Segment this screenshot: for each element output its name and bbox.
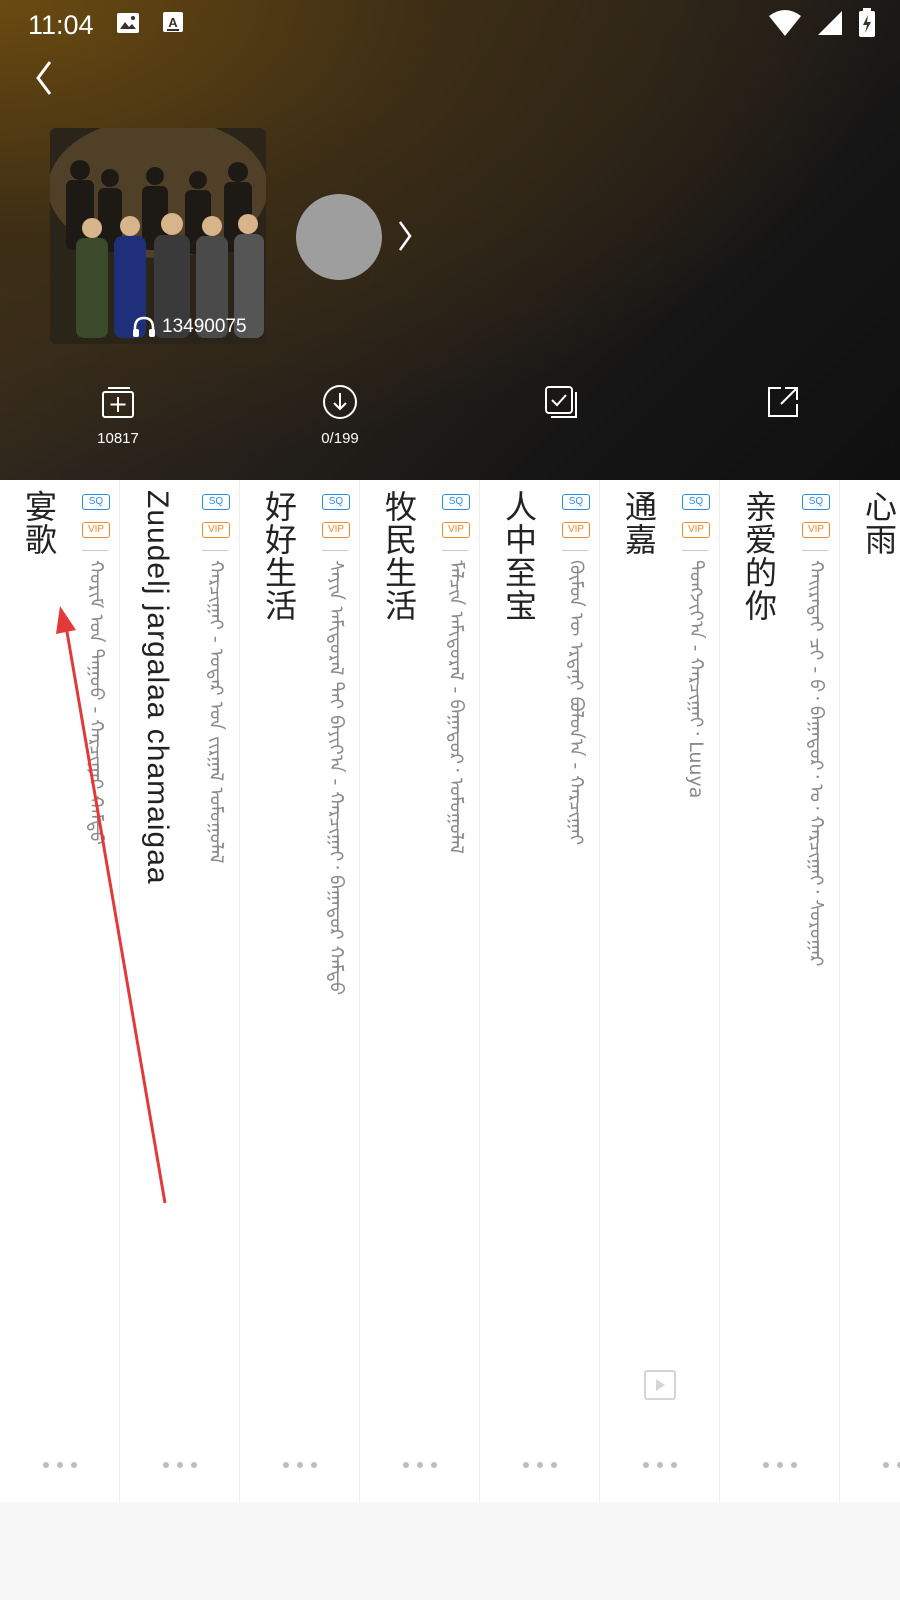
song-list: 宴歌 SQ VIP ᠬᠤᠷᠢᠮ ᠤᠨ ᠳᠠᠭᠤᠤ - ᠬᠠᠷᠴᠢᠭᠠᠢ ᠬᠠᠮᠲ… <box>0 480 900 1502</box>
divider <box>442 550 468 551</box>
bottom-area <box>0 1502 900 1600</box>
add-to-folder-icon <box>63 382 173 422</box>
multi-select-button[interactable] <box>506 382 616 422</box>
download-button[interactable]: 0/199 <box>285 382 395 447</box>
vip-badge: VIP <box>442 522 470 538</box>
song-artist: ᠬᠠᠷᠴᠢᠭᠠᠢ - ᠤᠳᠠᠷ ᠤᠨ ᠵᠢᠷᠭᠠᠯ ᠤᠮᠤᠭᠤᠯᠠᠯ <box>205 560 227 864</box>
sq-badge: SQ <box>562 494 590 510</box>
share-icon <box>728 382 838 422</box>
wifi-icon <box>768 9 802 41</box>
add-to-folder-button[interactable]: 10817 <box>63 382 173 447</box>
share-button[interactable] <box>728 382 838 422</box>
headphones-icon <box>133 316 155 337</box>
sq-badge: SQ <box>202 494 230 510</box>
divider <box>82 550 108 551</box>
sq-badge: SQ <box>682 494 710 510</box>
play-count-value: 13490075 <box>162 316 247 337</box>
vip-badge: VIP <box>82 522 110 538</box>
sq-badge: SQ <box>82 494 110 510</box>
chevron-left-icon <box>36 61 52 95</box>
song-artist: ᠮᠠᠯᠴᠢᠨ ᠠᠮᠢᠳᠤᠷᠠᠯ - ᠪᠠᠭᠠᠲᠤᠷ᠂ ᠤᠮᠤᠭᠤᠯᠠᠯ <box>445 560 467 855</box>
vip-badge: VIP <box>322 522 350 538</box>
play-count: 13490075 <box>132 316 247 338</box>
vip-badge: VIP <box>802 522 830 538</box>
song-item[interactable]: Zuudelj jargalaa chamaigaa SQ VIP ᠬᠠᠷᠴᠢᠭ… <box>120 480 240 1502</box>
creator-link-button[interactable] <box>396 218 414 254</box>
image-icon <box>116 12 140 38</box>
song-title: 心雨 <box>860 490 898 556</box>
vip-badge: VIP <box>682 522 710 538</box>
creator-avatar[interactable] <box>296 194 382 280</box>
song-item[interactable]: 宴歌 SQ VIP ᠬᠤᠷᠢᠮ ᠤᠨ ᠳᠠᠭᠤᠤ - ᠬᠠᠷᠴᠢᠭᠠᠢ ᠬᠠᠮᠲ… <box>0 480 120 1502</box>
playlist-cover-image[interactable] <box>50 128 266 344</box>
song-title: 宴歌 <box>20 490 58 556</box>
more-options-button[interactable] <box>403 1462 437 1472</box>
song-title: 通嘉 <box>620 490 658 556</box>
song-item[interactable]: 通嘉 SQ VIP ᠲᠤᠩᠵᠢᠶ᠎ᠠ - ᠬᠠᠷᠴᠢᠭᠠᠢ᠂ Luuya <box>600 480 720 1502</box>
song-artist: ᠬᠦᠮᠦᠨ ᠦ ᠡᠷᠳᠡᠨᠢ ᠪᠤᠯᠤᠨ᠎ᠠ - ᠬᠠᠷᠴᠢᠭᠠᠢ <box>565 560 587 846</box>
song-artist: ᠬᠤᠷᠢᠮ ᠤᠨ ᠳᠠᠭᠤᠤ - ᠬᠠᠷᠴᠢᠭᠠᠢ ᠬᠠᠮᠲᠤ <box>85 560 107 845</box>
divider <box>802 550 828 551</box>
divider <box>202 550 228 551</box>
song-artist: ᠰᠠᠶᠢᠨ ᠠᠮᠢᠳᠤᠷᠠᠯ ᠲᠠᠢ ᠪᠠᠶᠢᠶ᠎ᠠ - ᠬᠠᠷᠴᠢᠭᠠᠢ᠂ ᠪ… <box>325 560 347 996</box>
more-options-button[interactable] <box>163 1462 197 1472</box>
sq-badge: SQ <box>322 494 350 510</box>
song-item[interactable]: 人中至宝 SQ VIP ᠬᠦᠮᠦᠨ ᠦ ᠡᠷᠳᠡᠨᠢ ᠪᠤᠯᠤᠨ᠎ᠠ - ᠬᠠᠷ… <box>480 480 600 1502</box>
more-options-button[interactable] <box>283 1462 317 1472</box>
svg-text:A: A <box>168 15 178 30</box>
sq-badge: SQ <box>442 494 470 510</box>
more-options-button[interactable] <box>763 1462 797 1472</box>
text-a-icon: A <box>162 11 184 39</box>
song-item[interactable]: 好好生活 SQ VIP ᠰᠠᠶᠢᠨ ᠠᠮᠢᠳᠤᠷᠠᠯ ᠲᠠᠢ ᠪᠠᠶᠢᠶ᠎ᠠ -… <box>240 480 360 1502</box>
status-bar: 11:04 A <box>0 0 900 50</box>
download-progress: 0/199 <box>321 430 359 447</box>
playlist-header: 11:04 A 13490075 10817 0/199 <box>0 0 900 480</box>
group-photo-image <box>50 128 266 344</box>
divider <box>562 550 588 551</box>
song-artist: ᠬᠠᠢᠷᠠᠲᠠᠢ ᠴᠢ - ᠪ᠂ ᠪᠠᠭᠠᠲᠤᠷ᠂ ᠤ᠂ ᠬᠠᠷᠴᠢᠭᠠᠢ᠂ ᠰ… <box>805 560 827 967</box>
song-artist: ᠲᠤᠩᠵᠢᠶ᠎ᠠ - ᠬᠠᠷᠴᠢᠭᠠᠢ᠂ Luuya <box>685 560 707 799</box>
chevron-right-icon <box>398 221 412 251</box>
divider <box>322 550 348 551</box>
song-item[interactable]: 亲爱的你 SQ VIP ᠬᠠᠢᠷᠠᠲᠠᠢ ᠴᠢ - ᠪ᠂ ᠪᠠᠭᠠᠲᠤᠷ᠂ ᠤ᠂… <box>720 480 840 1502</box>
signal-icon <box>816 9 844 41</box>
add-to-folder-count: 10817 <box>97 430 139 447</box>
vip-badge: VIP <box>562 522 590 538</box>
download-icon <box>285 382 395 422</box>
mv-play-icon[interactable] <box>644 1370 676 1404</box>
divider <box>682 550 708 551</box>
sq-badge: SQ <box>802 494 830 510</box>
song-title: 亲爱的你 <box>740 490 778 622</box>
song-title: Zuudelj jargalaa chamaigaa <box>141 490 174 885</box>
song-item[interactable]: 心雨 <box>840 480 900 1502</box>
multi-select-icon <box>506 382 616 422</box>
battery-charging-icon <box>858 8 876 42</box>
song-item[interactable]: 牧民生活 SQ VIP ᠮᠠᠯᠴᠢᠨ ᠠᠮᠢᠳᠤᠷᠠᠯ - ᠪᠠᠭᠠᠲᠤᠷ᠂ ᠤ… <box>360 480 480 1502</box>
more-options-button[interactable] <box>643 1462 677 1472</box>
song-title: 人中至宝 <box>500 490 538 622</box>
more-options-button[interactable] <box>883 1462 900 1472</box>
song-title: 牧民生活 <box>380 490 418 622</box>
back-button[interactable] <box>28 56 64 100</box>
more-options-button[interactable] <box>523 1462 557 1472</box>
vip-badge: VIP <box>202 522 230 538</box>
status-time: 11:04 <box>28 9 94 40</box>
song-title: 好好生活 <box>260 490 298 622</box>
more-options-button[interactable] <box>43 1462 77 1472</box>
